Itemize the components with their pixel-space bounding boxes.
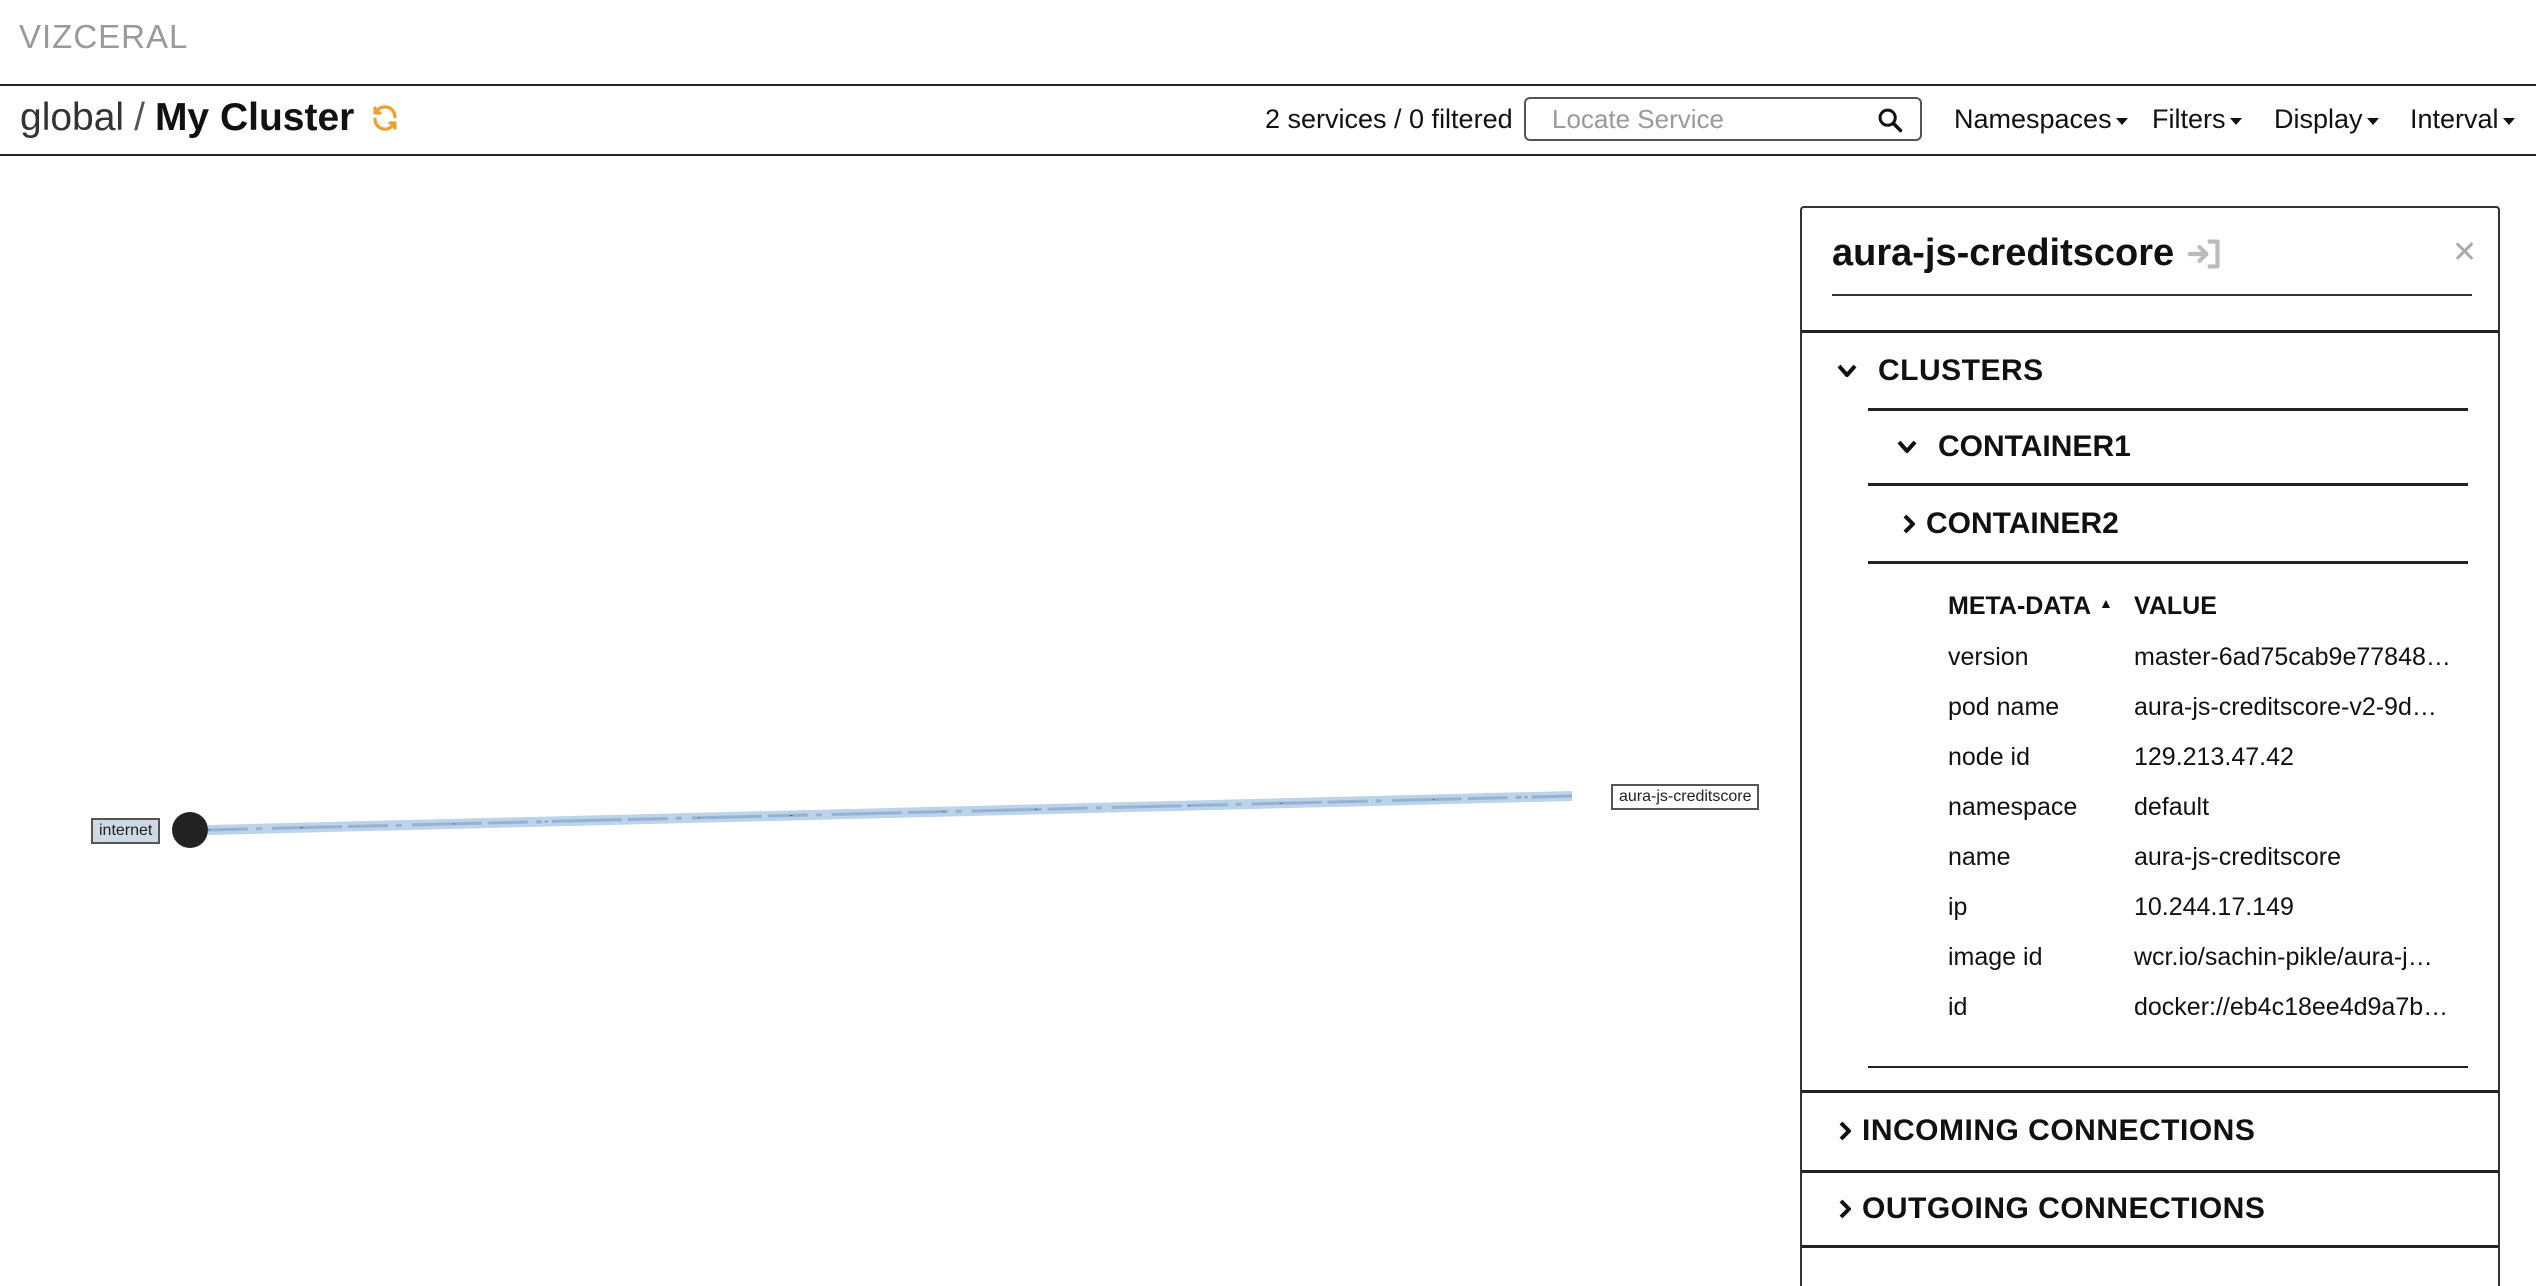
metadata-key: id — [1948, 992, 1968, 1021]
service-count: 2 services / 0 filtered — [1265, 104, 1513, 134]
table-row: ip 10.244.17.149 — [1948, 882, 2468, 932]
display-menu-label: Display — [2274, 104, 2363, 134]
filters-menu[interactable]: Filters — [2152, 104, 2242, 135]
metadata-value: aura-js-creditscore — [2134, 842, 2342, 871]
clusters-section-toggle[interactable]: CLUSTERS — [1802, 330, 2498, 408]
chevron-down-icon — [1897, 440, 1917, 453]
service-node-label[interactable]: aura-js-creditscore — [1611, 784, 1760, 810]
metadata-value: docker://eb4c18ee4d9a7b… — [2134, 992, 2449, 1021]
display-menu[interactable]: Display — [2274, 104, 2379, 135]
metadata-key: pod name — [1948, 692, 2060, 721]
namespaces-menu[interactable]: Namespaces — [1954, 104, 2128, 135]
locate-service-input[interactable] — [1550, 102, 1854, 136]
metadata-key: image id — [1948, 942, 2043, 971]
metadata-value: 129.213.47.42 — [2134, 742, 2294, 771]
outgoing-connections-toggle[interactable]: OUTGOING CONNECTIONS — [1802, 1170, 2498, 1248]
sign-in-icon[interactable] — [2187, 238, 2223, 270]
refresh-icon[interactable] — [370, 103, 400, 133]
container2-label: CONTAINER2 — [1926, 506, 2119, 540]
metadata-key: ip — [1948, 892, 1968, 921]
brand-bar: VIZCERAL — [0, 0, 2536, 86]
caret-down-icon — [2502, 118, 2515, 125]
search-icon[interactable] — [1876, 106, 1904, 134]
breadcrumb-root[interactable]: global — [20, 96, 124, 140]
metadata-value-header: VALUE — [2134, 591, 2217, 620]
chevron-right-icon — [1839, 1199, 1851, 1219]
breadcrumb: global / My Cluster — [20, 96, 400, 140]
app-logo: VIZCERAL — [19, 18, 189, 55]
metadata-key: version — [1948, 642, 2029, 671]
locate-service-box[interactable] — [1524, 97, 1922, 141]
panel-title: aura-js-creditscore — [1832, 232, 2175, 274]
incoming-connections-toggle[interactable]: INCOMING CONNECTIONS — [1802, 1090, 2498, 1168]
traffic-graph[interactable]: internet aura-js-creditscore — [0, 156, 1790, 1274]
breadcrumb-current: My Cluster — [154, 96, 355, 139]
metadata-value: aura-js-creditscore-v2-9d… — [2134, 692, 2437, 721]
container1-toggle[interactable]: CONTAINER1 — [1868, 408, 2468, 486]
chevron-right-icon — [1903, 514, 1915, 533]
traffic-connection — [207, 791, 1573, 835]
table-row: name aura-js-creditscore — [1948, 832, 2468, 882]
interval-menu[interactable]: Interval — [2410, 104, 2515, 135]
metadata-value: wcr.io/sachin-pikle/aura-j… — [2134, 942, 2433, 971]
metadata-table: META-DATA ▲ VALUE version master-6ad75cab… — [1948, 580, 2468, 1032]
namespaces-menu-label: Namespaces — [1954, 104, 2112, 134]
metadata-key: namespace — [1948, 792, 2078, 821]
sort-ascending-icon: ▲ — [2099, 594, 2113, 611]
metadata-value: master-6ad75cab9e77848… — [2134, 642, 2451, 671]
internet-node[interactable] — [172, 812, 208, 848]
close-icon[interactable]: ✕ — [2452, 238, 2477, 268]
metadata-header-row: META-DATA ▲ VALUE — [1948, 580, 2468, 632]
table-row: node id 129.213.47.42 — [1948, 732, 2468, 782]
details-panel: aura-js-creditscore ✕ CLUSTERS CONTAINER… — [1800, 206, 2500, 1286]
clusters-section-label: CLUSTERS — [1878, 353, 2044, 387]
metadata-divider — [1868, 1066, 2468, 1068]
caret-down-icon — [2115, 118, 2128, 125]
caret-down-icon — [2229, 118, 2242, 125]
internet-node-label[interactable]: internet — [91, 818, 161, 844]
outgoing-connections-label: OUTGOING CONNECTIONS — [1862, 1192, 2266, 1225]
table-row: id docker://eb4c18ee4d9a7b… — [1948, 982, 2468, 1032]
incoming-connections-label: INCOMING CONNECTIONS — [1862, 1113, 2256, 1147]
metadata-value: 10.244.17.149 — [2134, 892, 2294, 921]
nav-bar: global / My Cluster 2 services / 0 filte… — [0, 86, 2536, 156]
table-row: pod name aura-js-creditscore-v2-9d… — [1948, 682, 2468, 732]
chevron-right-icon — [1839, 1121, 1851, 1140]
panel-header: aura-js-creditscore — [1832, 232, 2472, 296]
chevron-down-icon — [1837, 364, 1857, 377]
interval-menu-label: Interval — [2410, 104, 2499, 134]
metadata-value: default — [2134, 792, 2210, 821]
table-row: image id wcr.io/sachin-pikle/aura-j… — [1948, 932, 2468, 982]
filters-menu-label: Filters — [2152, 104, 2226, 134]
caret-down-icon — [2366, 118, 2379, 125]
metadata-key: node id — [1948, 742, 2031, 771]
table-row: namespace default — [1948, 782, 2468, 832]
breadcrumb-separator: / — [134, 96, 145, 139]
table-row: version master-6ad75cab9e77848… — [1948, 632, 2468, 682]
container1-label: CONTAINER1 — [1938, 430, 2131, 463]
metadata-key-header[interactable]: META-DATA ▲ — [1948, 592, 2134, 621]
metadata-key: name — [1948, 842, 2011, 871]
container2-toggle[interactable]: CONTAINER2 — [1868, 486, 2468, 564]
